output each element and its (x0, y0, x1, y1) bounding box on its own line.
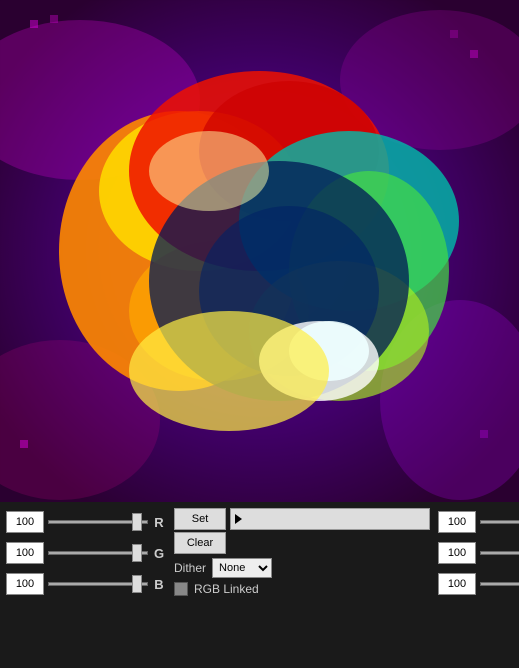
rgb-linked-checkbox[interactable] (174, 582, 188, 596)
right-b-slider-row: 100 B (438, 570, 519, 598)
b-slider-row: 100 B (6, 570, 166, 598)
r-value-box[interactable]: 100 (6, 511, 44, 533)
right-rgb-sliders: 100 R 100 G 100 (430, 508, 519, 664)
set-button[interactable]: Set (174, 508, 226, 530)
right-g-slider[interactable] (480, 542, 519, 564)
cursor-preview (230, 508, 430, 530)
dither-label: Dither (174, 561, 206, 575)
right-b-slider[interactable] (480, 573, 519, 595)
r-slider-row: 100 R (6, 508, 166, 536)
middle-controls: Set Clear Dither None Ordered Random (166, 508, 430, 664)
right-g-slider-row: 100 G (438, 539, 519, 567)
dither-select[interactable]: None Ordered Random (212, 558, 272, 578)
g-slider[interactable] (48, 542, 148, 564)
set-clear-cursor-row: Set Clear (174, 508, 430, 554)
set-clear-group: Set Clear (174, 508, 226, 554)
right-r-slider-row: 100 R (438, 508, 519, 536)
b-value-box[interactable]: 100 (6, 573, 44, 595)
left-rgb-sliders: 100 R 100 G 100 (6, 508, 166, 664)
g-slider-row: 100 G (6, 539, 166, 567)
right-r-value-box[interactable]: 100 (438, 511, 476, 533)
rgb-linked-row: RGB Linked (174, 582, 430, 596)
g-value-box[interactable]: 100 (6, 542, 44, 564)
b-slider[interactable] (48, 573, 148, 595)
b-label: B (152, 577, 166, 592)
r-slider[interactable] (48, 511, 148, 533)
clear-button[interactable]: Clear (174, 532, 226, 554)
controls-panel: 100 R 100 G 100 (0, 502, 519, 668)
r-label: R (152, 515, 166, 530)
right-b-value-box[interactable]: 100 (438, 573, 476, 595)
right-r-slider[interactable] (480, 511, 519, 533)
dither-row: Dither None Ordered Random (174, 558, 430, 578)
image-canvas[interactable] (0, 0, 519, 502)
right-g-value-box[interactable]: 100 (438, 542, 476, 564)
rgb-linked-label: RGB Linked (194, 582, 259, 596)
g-label: G (152, 546, 166, 561)
cursor-arrow-icon (235, 514, 242, 524)
